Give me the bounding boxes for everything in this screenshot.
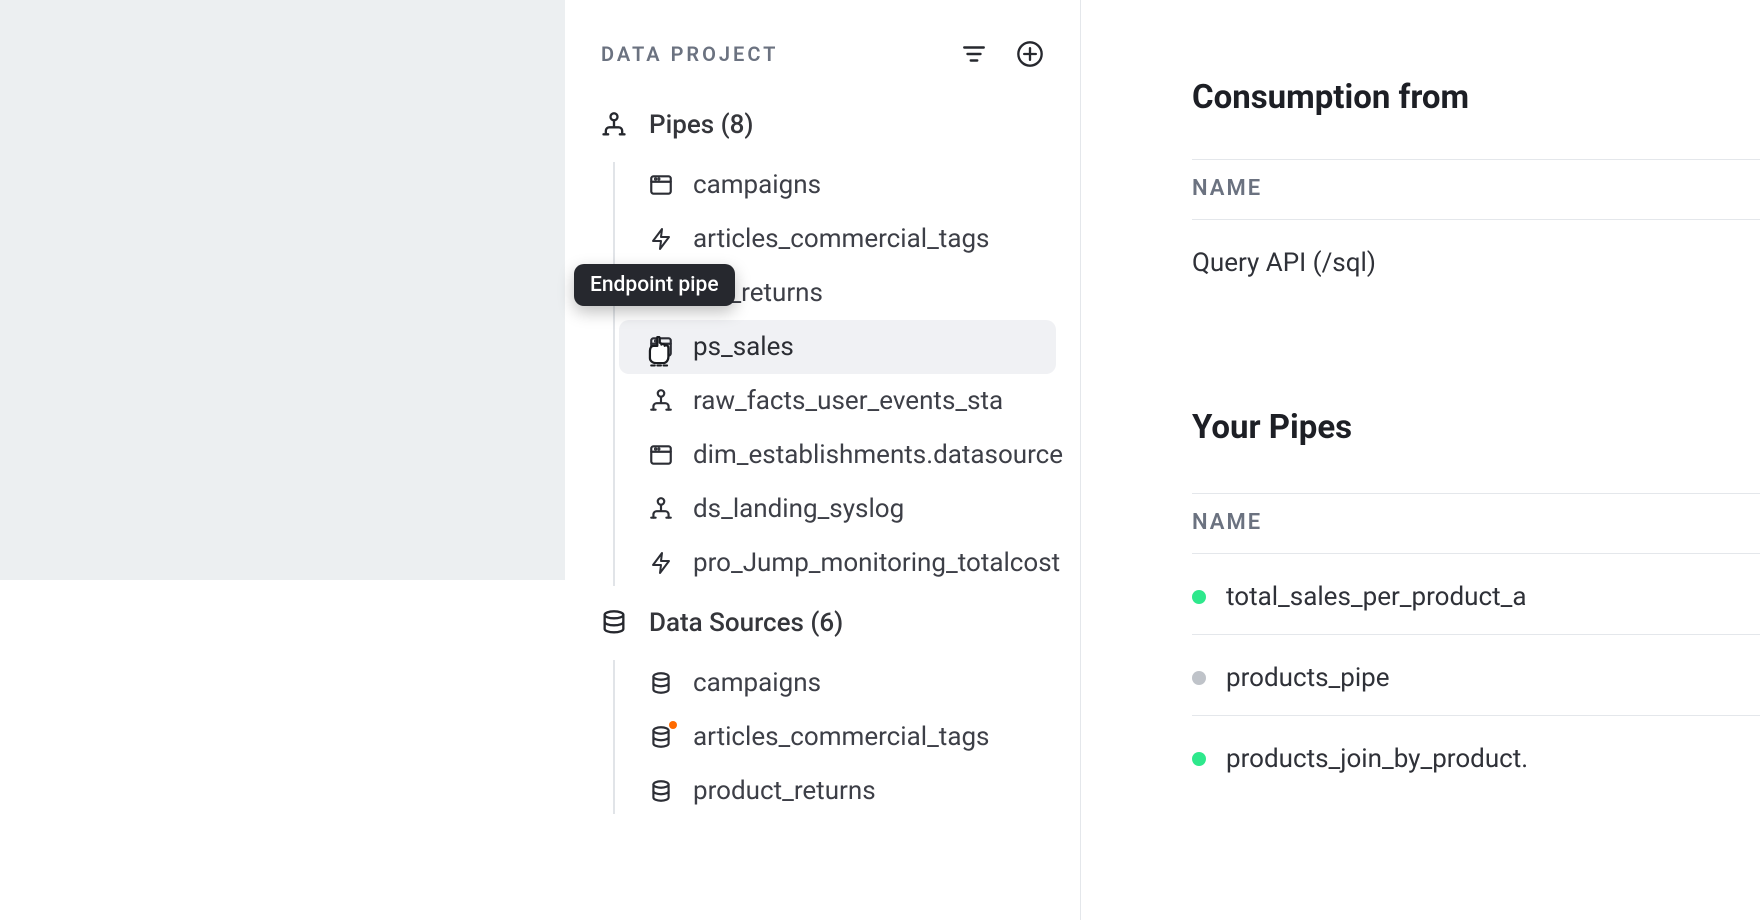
status-dot-icon — [1192, 590, 1206, 604]
status-dot-icon — [1192, 671, 1206, 685]
cursor-icon — [646, 336, 676, 368]
pipe-row[interactable]: products_join_by_product. — [1192, 744, 1760, 796]
source-item-articles-commercial-tags[interactable]: articles_commercial_tags — [619, 710, 1056, 764]
tree-guide-line — [613, 162, 615, 586]
status-dot-icon — [1192, 752, 1206, 766]
pipe-item-dim-establishments[interactable]: dim_establishments.datasource — [619, 428, 1056, 482]
sidebar-header: DATA PROJECT — [565, 0, 1080, 96]
name-column-header: NAME — [1192, 493, 1760, 554]
pipe-item-articles-commercial-tags[interactable]: articles_commercial_tags — [619, 212, 1056, 266]
tree-guide-line — [613, 660, 615, 814]
materialized-icon — [647, 225, 675, 253]
pipe-label: ds_landing_syslog — [693, 494, 904, 524]
datasource-icon — [647, 777, 675, 805]
divider — [1192, 715, 1760, 716]
pipe-label: campaigns — [693, 170, 821, 200]
add-icon[interactable] — [1016, 40, 1044, 68]
right-panel: Consumption from NAME Query API (/sql) Y… — [1192, 0, 1760, 920]
sidebar-actions — [960, 40, 1044, 68]
pipe-item-ps-sales[interactable]: ps_sales — [619, 320, 1056, 374]
consumption-name: Query API (/sql) — [1192, 248, 1376, 278]
sidebar-panel: DATA PROJECT Pipes (8) campaigns — [565, 0, 1081, 920]
section-pipes-label: Pipes (8) — [649, 110, 753, 140]
pipes-list: campaigns articles_commercial_tags uct_r… — [619, 154, 1080, 594]
pipe-item-raw-facts[interactable]: raw_facts_user_events_sta — [619, 374, 1056, 428]
pipe-row[interactable]: total_sales_per_product_a — [1192, 582, 1760, 634]
datasource-icon — [647, 669, 675, 697]
badge-dot-icon — [669, 721, 677, 729]
pipe-item-ds-landing-syslog[interactable]: ds_landing_syslog — [619, 482, 1056, 536]
pipe-row[interactable]: products_pipe — [1192, 663, 1760, 715]
datasource-icon — [647, 723, 675, 751]
your-pipes-heading: Your Pipes — [1192, 408, 1760, 447]
filter-icon[interactable] — [960, 40, 988, 68]
section-data-sources-label: Data Sources (6) — [649, 608, 843, 638]
source-label: product_returns — [693, 776, 876, 806]
endpoint-icon — [647, 441, 675, 469]
pipes-icon — [599, 110, 629, 140]
pipe-label: articles_commercial_tags — [693, 224, 989, 254]
name-column-header: NAME — [1192, 159, 1760, 220]
pipe-row-label: total_sales_per_product_a — [1226, 582, 1527, 612]
endpoint-icon — [647, 171, 675, 199]
database-icon — [599, 608, 629, 638]
pipe-label: raw_facts_user_events_sta — [693, 386, 1003, 416]
tooltip-label: Endpoint pipe — [590, 273, 719, 297]
left-background — [0, 0, 565, 580]
divider — [1192, 634, 1760, 635]
pipe-item-campaigns[interactable]: campaigns — [619, 158, 1056, 212]
pipe-icon — [647, 387, 675, 415]
sidebar-title: DATA PROJECT — [601, 42, 778, 66]
source-item-campaigns[interactable]: campaigns — [619, 656, 1056, 710]
source-item-product-returns[interactable]: product_returns — [619, 764, 1056, 818]
sources-list: campaigns articles_commercial_tags produ… — [619, 652, 1080, 822]
section-pipes[interactable]: Pipes (8) — [565, 96, 1080, 154]
pipe-label: ps_sales — [693, 332, 794, 362]
pipe-icon — [647, 495, 675, 523]
tooltip-endpoint-pipe: Endpoint pipe — [574, 264, 735, 306]
pipe-row-label: products_join_by_product. — [1226, 744, 1528, 774]
pipe-row-label: products_pipe — [1226, 663, 1390, 693]
source-label: articles_commercial_tags — [693, 722, 989, 752]
consumption-heading: Consumption from — [1192, 78, 1760, 117]
consumption-row[interactable]: Query API (/sql) — [1192, 248, 1760, 300]
pipe-label: pro_Jump_monitoring_totalcost — [693, 548, 1060, 578]
source-label: campaigns — [693, 668, 821, 698]
pipe-item-pro-jump[interactable]: pro_Jump_monitoring_totalcost — [619, 536, 1056, 590]
materialized-icon — [647, 549, 675, 577]
pipe-label: dim_establishments.datasource — [693, 440, 1063, 470]
section-data-sources[interactable]: Data Sources (6) — [565, 594, 1080, 652]
